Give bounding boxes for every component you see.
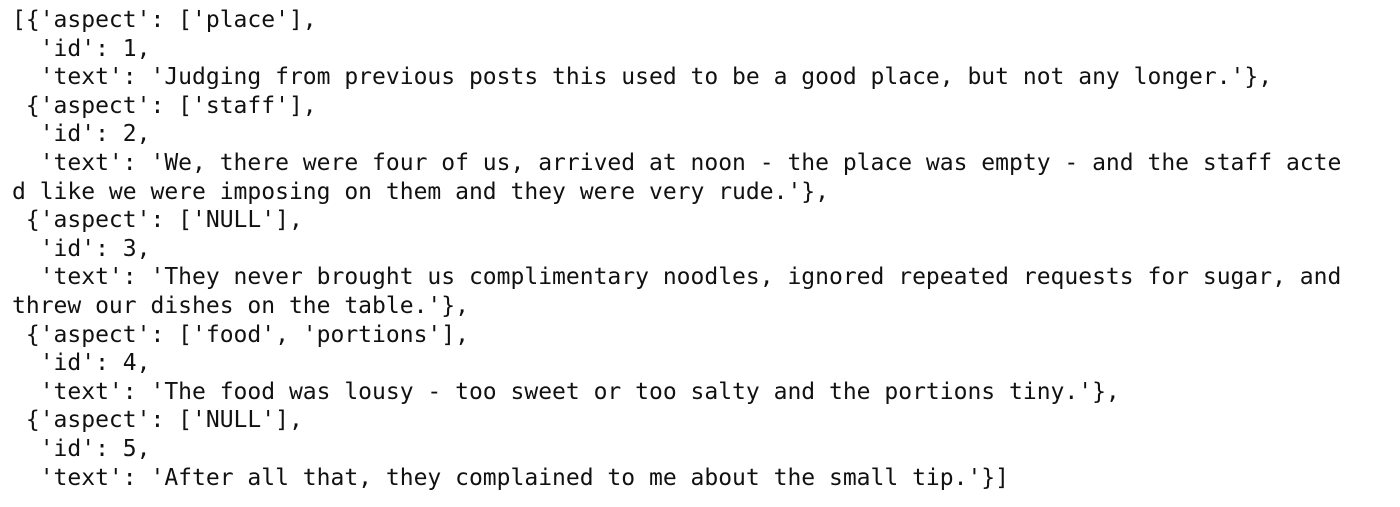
output-line: {'aspect': ['NULL'],: [12, 407, 303, 434]
output-line: 'text': 'The food was lousy - too sweet …: [12, 378, 1120, 405]
output-line: 'id': 5,: [12, 435, 151, 462]
code-output: [{'aspect': ['place'], 'id': 1, 'text': …: [0, 0, 1400, 507]
output-line: d like we were imposing on them and they…: [12, 178, 829, 205]
output-line: threw our dishes on the table.'},: [12, 292, 469, 319]
output-line: 'id': 2,: [12, 121, 151, 148]
output-line: 'id': 1,: [12, 35, 151, 62]
output-line: 'text': 'We, there were four of us, arri…: [12, 149, 1342, 176]
output-line: 'id': 3,: [12, 235, 151, 262]
output-line: {'aspect': ['NULL'],: [12, 207, 303, 234]
output-line: {'aspect': ['food', 'portions'],: [12, 321, 469, 348]
output-line: 'text': 'Judging from previous posts thi…: [12, 64, 1273, 91]
output-line: 'text': 'They never brought us complimen…: [12, 264, 1342, 291]
output-line: {'aspect': ['staff'],: [12, 92, 317, 119]
output-line: [{'aspect': ['place'],: [12, 7, 317, 33]
output-line: 'id': 4,: [12, 350, 151, 377]
output-line: 'text': 'After all that, they complained…: [12, 464, 1009, 491]
